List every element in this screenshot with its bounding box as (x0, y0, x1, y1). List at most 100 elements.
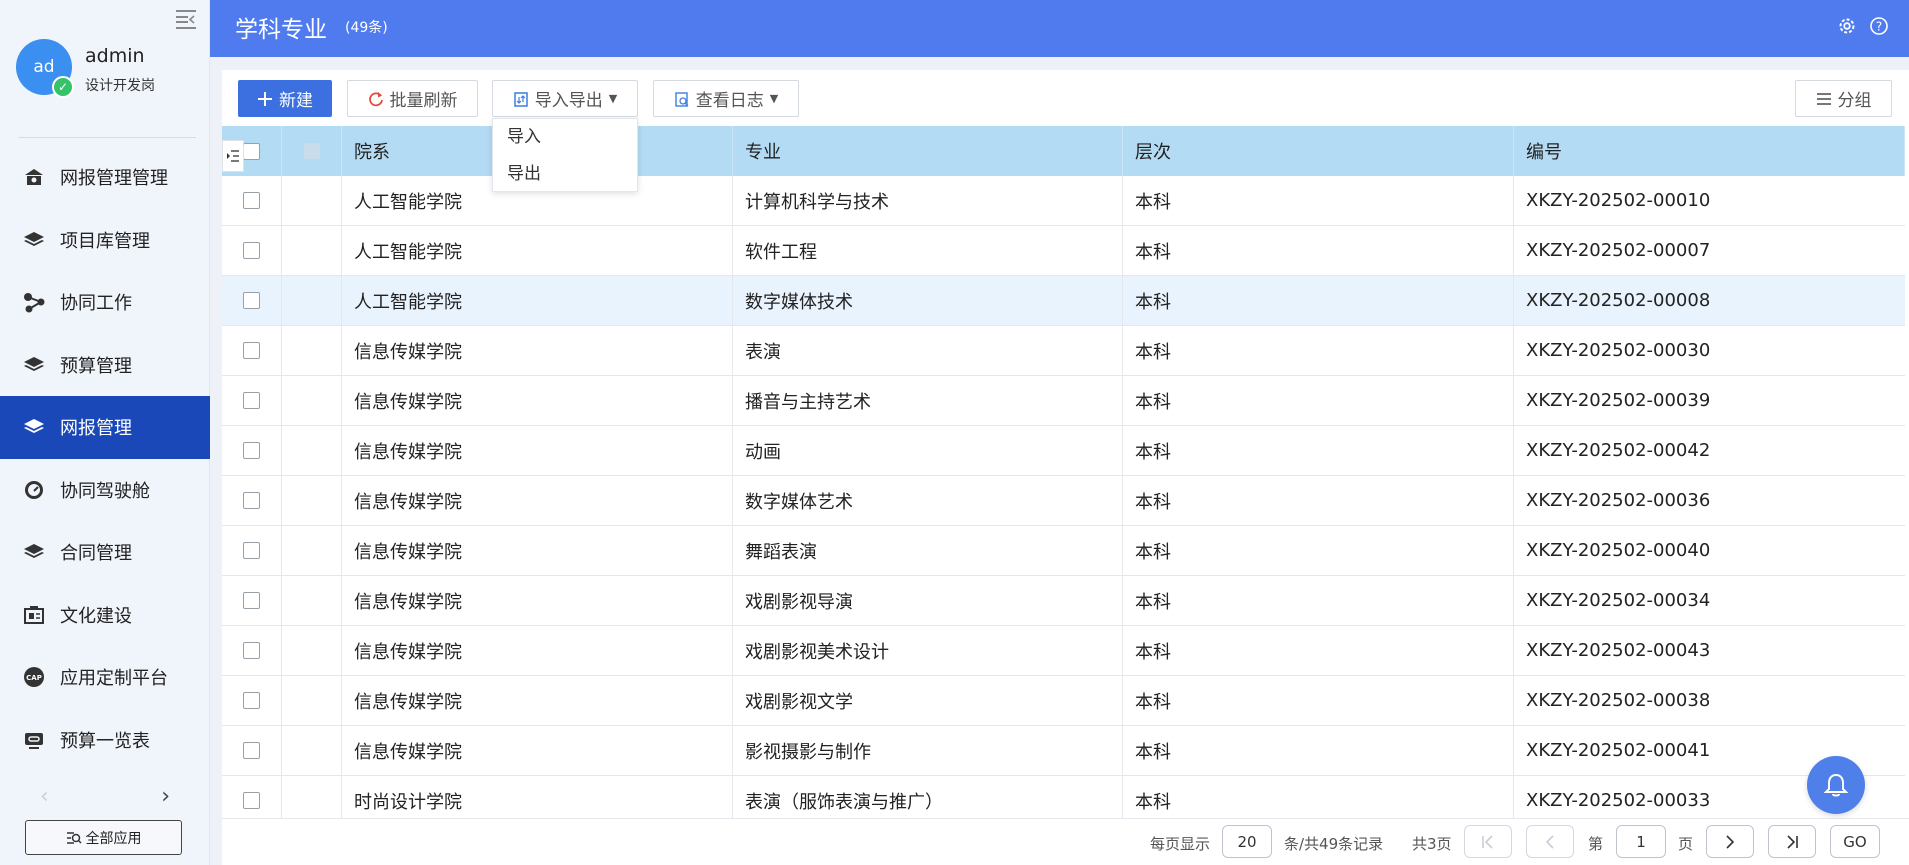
cell-level: 本科 (1123, 676, 1514, 725)
row-spacer (282, 176, 342, 225)
user-profile[interactable]: ad ✓ admin 设计开发岗 (16, 39, 206, 101)
cell-code: XKZY-202502-00007 (1526, 240, 1711, 261)
row-checkbox[interactable] (243, 742, 260, 759)
plus-icon (257, 91, 273, 107)
chevron-right-icon[interactable]: › (161, 784, 170, 809)
sidebar-item-label: 协同工作 (60, 293, 132, 315)
notification-bell-icon[interactable] (1807, 756, 1865, 814)
go-button[interactable]: GO (1830, 825, 1880, 858)
sidebar-item-label: 预算管理 (60, 355, 132, 377)
chevron-left-icon[interactable]: ‹ (40, 784, 49, 809)
cell-code: XKZY-202502-00043 (1526, 640, 1711, 661)
sidebar-item-contract[interactable]: 合同管理 (0, 521, 210, 584)
new-button[interactable]: 新建 (238, 80, 332, 117)
sidebar-item-cockpit[interactable]: 协同驾驶舱 (0, 459, 210, 522)
last-page-button[interactable] (1768, 825, 1816, 858)
cell-level: 本科 (1123, 726, 1514, 775)
row-checkbox[interactable] (243, 792, 260, 809)
import-export-button[interactable]: 导入导出 ▼ (492, 80, 638, 117)
row-checkbox[interactable] (243, 542, 260, 559)
help-icon[interactable]: ? (1869, 16, 1891, 38)
sidebar-item-app-platform[interactable]: CAP 应用定制平台 (0, 646, 210, 709)
gear-icon[interactable] (1837, 16, 1859, 38)
cell-dept: 人工智能学院 (342, 276, 733, 325)
menu-item-import[interactable]: 导入 (493, 119, 637, 156)
prev-page-button[interactable] (1526, 825, 1574, 858)
row-checkbox-cell (222, 676, 282, 725)
row-checkbox[interactable] (243, 242, 260, 259)
sidebar-item-culture[interactable]: 文化建设 (0, 584, 210, 647)
group-label: 分组 (1837, 91, 1872, 111)
row-checkbox[interactable] (243, 692, 260, 709)
first-page-button[interactable] (1464, 825, 1512, 858)
share-icon (22, 290, 46, 314)
table-row[interactable]: 信息传媒学院 戏剧影视文学 本科 XKZY-202502-00038 (222, 676, 1905, 726)
row-checkbox-cell (222, 226, 282, 275)
sidebar-item-wangbao-admin[interactable]: 网报管理管理 (0, 146, 210, 209)
row-checkbox[interactable] (243, 492, 260, 509)
select-all-checkbox[interactable] (243, 142, 260, 160)
link-icon (22, 728, 46, 752)
row-checkbox[interactable] (243, 442, 260, 459)
cell-major: 戏剧影视文学 (733, 676, 1123, 725)
last-page-icon (1787, 834, 1798, 849)
cell-level: 本科 (1123, 626, 1514, 675)
layers-icon (22, 228, 46, 252)
cell-level: 本科 (1123, 176, 1514, 225)
row-spacer (282, 376, 342, 425)
layers-icon (22, 353, 46, 377)
table-row[interactable]: 信息传媒学院 影视摄影与制作 本科 XKZY-202502-00041 (222, 726, 1905, 776)
table-row[interactable]: 信息传媒学院 戏剧影视美术设计 本科 XKZY-202502-00043 (222, 626, 1905, 676)
cell-dept: 信息传媒学院 (342, 476, 733, 525)
view-log-button[interactable]: 查看日志 ▼ (653, 80, 799, 117)
column-toggle[interactable] (303, 143, 320, 159)
group-button[interactable]: 分组 (1795, 80, 1892, 117)
cell-code: XKZY-202502-00036 (1526, 490, 1711, 511)
menu-item-export[interactable]: 导出 (493, 156, 637, 193)
sidebar-item-budget-overview[interactable]: 预算一览表 (0, 709, 210, 772)
row-checkbox-cell (222, 526, 282, 575)
column-header-level[interactable]: 层次 (1123, 126, 1514, 176)
cell-code: XKZY-202502-00008 (1526, 290, 1711, 311)
sidebar-item-project-library[interactable]: 项目库管理 (0, 209, 210, 272)
row-checkbox[interactable] (243, 342, 260, 359)
table-row[interactable]: 信息传媒学院 舞蹈表演 本科 XKZY-202502-00040 (222, 526, 1905, 576)
next-page-button[interactable] (1706, 825, 1754, 858)
cell-dept: 信息传媒学院 (342, 726, 733, 775)
layers-icon (22, 415, 46, 439)
per-page-input[interactable]: 20 (1222, 825, 1272, 858)
page-title: 学科专业 (235, 17, 327, 43)
column-header-code[interactable]: 编号 (1514, 126, 1905, 176)
collapse-menu-icon[interactable] (174, 8, 198, 30)
table-row[interactable]: 信息传媒学院 表演 本科 XKZY-202502-00030 (222, 326, 1905, 376)
row-spacer (282, 226, 342, 275)
indent-toggle-icon[interactable] (222, 140, 244, 172)
table-row[interactable]: 人工智能学院 数字媒体技术 本科 XKZY-202502-00008 (222, 276, 1905, 326)
caret-down-icon: ▼ (608, 92, 618, 105)
batch-refresh-button[interactable]: 批量刷新 (347, 80, 478, 117)
table-row[interactable]: 信息传媒学院 动画 本科 XKZY-202502-00042 (222, 426, 1905, 476)
sidebar-item-wangbao[interactable]: 网报管理 (0, 396, 210, 459)
cell-dept: 信息传媒学院 (342, 326, 733, 375)
column-header-major[interactable]: 专业 (733, 126, 1123, 176)
row-checkbox[interactable] (243, 592, 260, 609)
user-name: admin (85, 45, 145, 67)
record-count: (49条) (345, 20, 388, 36)
page-number-input[interactable]: 1 (1616, 825, 1666, 858)
check-badge-icon: ✓ (52, 76, 74, 98)
total-pages-label: 共3页 (1412, 835, 1452, 853)
sidebar-item-collaboration[interactable]: 协同工作 (0, 271, 210, 334)
cell-level: 本科 (1123, 376, 1514, 425)
table-row[interactable]: 信息传媒学院 数字媒体艺术 本科 XKZY-202502-00036 (222, 476, 1905, 526)
table-row[interactable]: 人工智能学院 软件工程 本科 XKZY-202502-00007 (222, 226, 1905, 276)
all-apps-button[interactable]: 全部应用 (25, 820, 182, 855)
row-checkbox[interactable] (243, 192, 260, 209)
caret-down-icon: ▼ (769, 92, 779, 105)
row-checkbox[interactable] (243, 392, 260, 409)
table-row[interactable]: 信息传媒学院 播音与主持艺术 本科 XKZY-202502-00039 (222, 376, 1905, 426)
row-checkbox[interactable] (243, 292, 260, 309)
table-row[interactable]: 信息传媒学院 戏剧影视导演 本科 XKZY-202502-00034 (222, 576, 1905, 626)
row-checkbox[interactable] (243, 642, 260, 659)
sidebar-item-budget[interactable]: 预算管理 (0, 334, 210, 397)
table-row[interactable]: 人工智能学院 计算机科学与技术 本科 XKZY-202502-00010 (222, 176, 1905, 226)
